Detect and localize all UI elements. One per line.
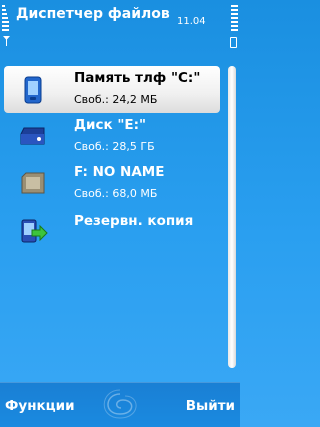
status-bar: Диспетчер файлов 11.04	[0, 0, 240, 50]
menu-swirl-icon	[103, 389, 137, 419]
app-title: Диспетчер файлов	[16, 6, 170, 22]
options-softkey[interactable]: Функции	[5, 398, 75, 414]
memory-card-icon	[21, 172, 45, 194]
drive-item-memory-card[interactable]: F: NO NAME Своб.: 68,0 МБ	[4, 160, 220, 207]
drive-name: F: NO NAME	[74, 164, 165, 180]
drive-free-space: Своб.: 28,5 ГБ	[74, 140, 155, 153]
drive-item-phone-memory[interactable]: Память тлф "C:" Своб.: 24,2 МБ	[4, 66, 220, 113]
drive-name: Диск "E:"	[74, 117, 147, 133]
scrollbar-thumb[interactable]	[228, 66, 236, 368]
phone-memory-icon	[24, 76, 42, 104]
drive-free-space: Своб.: 24,2 МБ	[74, 93, 158, 106]
battery-icon	[230, 37, 237, 48]
battery-level-icon	[231, 5, 238, 33]
drive-item-disk-e[interactable]: Диск "E:" Своб.: 28,5 ГБ	[4, 113, 220, 160]
softkey-bar: Функции Выйти	[0, 382, 240, 427]
scrollbar[interactable]	[228, 66, 236, 368]
drive-name: Память тлф "C:"	[74, 70, 201, 86]
signal-strength-icon	[2, 5, 9, 33]
exit-softkey[interactable]: Выйти	[186, 398, 235, 414]
drive-item-backup[interactable]: Резервн. копия	[4, 207, 220, 254]
backup-icon	[21, 219, 48, 243]
drive-free-space: Своб.: 68,0 МБ	[74, 187, 158, 200]
clock: 11.04	[177, 16, 206, 27]
drive-list: Память тлф "C:" Своб.: 24,2 МБ Диск "E:"…	[0, 66, 224, 254]
mass-storage-icon	[20, 127, 45, 145]
drive-name: Резервн. копия	[74, 213, 194, 229]
antenna-icon	[3, 36, 10, 46]
